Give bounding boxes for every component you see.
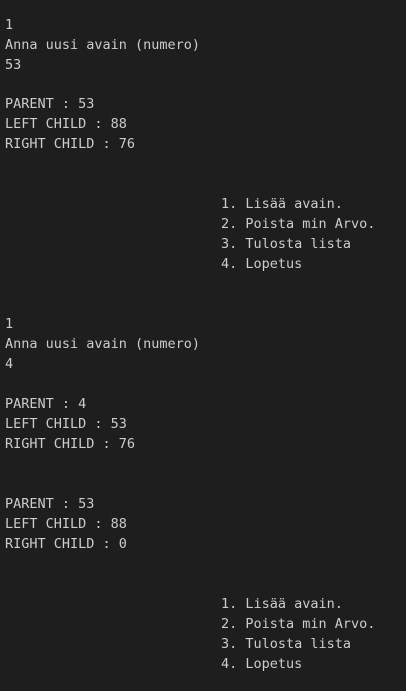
menu-item-add-key: 1. Lisää avain.: [221, 196, 343, 212]
left-child-line: LEFT CHILD : 53: [5, 416, 127, 432]
menu-item-quit: 4. Lopetus: [221, 256, 303, 272]
menu-item-remove-min: 2. Poista min Arvo.: [221, 616, 376, 632]
parent-line: PARENT : 53: [5, 496, 95, 512]
parent-line: PARENT : 53: [5, 96, 95, 112]
menu-item-add-key: 1. Lisää avain.: [221, 596, 343, 612]
menu-item-quit: 4. Lopetus: [221, 656, 303, 672]
input-line: 1: [5, 17, 14, 33]
menu-item-remove-min: 2. Poista min Arvo.: [221, 216, 376, 232]
menu-item-print-list: 3. Tulosta lista: [221, 236, 352, 252]
terminal-output: 1 Anna uusi avain (numero) 53 PARENT : 5…: [0, 0, 406, 691]
input-line: 53: [5, 57, 22, 73]
right-child-line: RIGHT CHILD : 0: [5, 536, 127, 552]
prompt-line: Anna uusi avain (numero): [5, 336, 201, 352]
input-line: 4: [5, 356, 14, 372]
input-line: 1: [5, 316, 14, 332]
parent-line: PARENT : 4: [5, 396, 87, 412]
left-child-line: LEFT CHILD : 88: [5, 116, 127, 132]
right-child-line: RIGHT CHILD : 76: [5, 136, 136, 152]
left-child-line: LEFT CHILD : 88: [5, 516, 127, 532]
prompt-line: Anna uusi avain (numero): [5, 37, 201, 53]
menu-item-print-list: 3. Tulosta lista: [221, 636, 352, 652]
right-child-line: RIGHT CHILD : 76: [5, 436, 136, 452]
